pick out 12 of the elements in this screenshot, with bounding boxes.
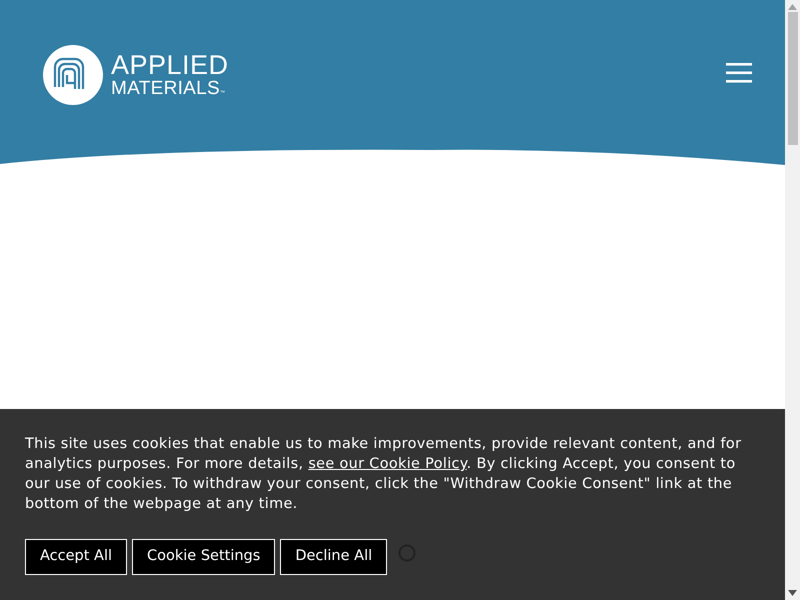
cookie-button[interactable]: Cookie Settings [132,539,276,575]
menu-button[interactable] [726,62,752,84]
cookie-message: This site uses cookies that enable us to make improvements, provide relevant content, and for analytics purposes. For more details, see our Cookie Policy. By clicking Accept, you consent to our use of cookies. To withdraw your consent, click the "Withdraw Cookie Consent" link at the bottom of the webpage at any time. [25,435,742,514]
menu-icon [726,62,752,84]
logo-icon [43,45,103,105]
scroll-down-icon[interactable] [788,590,797,596]
scrollbar[interactable] [785,0,800,600]
scroll-up-icon[interactable] [788,4,797,10]
cookie-button[interactable]: Decline All [280,539,388,575]
cookie-policy-link[interactable]: see our Cookie Policy [308,456,467,472]
cookie-button[interactable]: Accept All [25,539,128,575]
scroll-thumb[interactable] [788,12,798,145]
